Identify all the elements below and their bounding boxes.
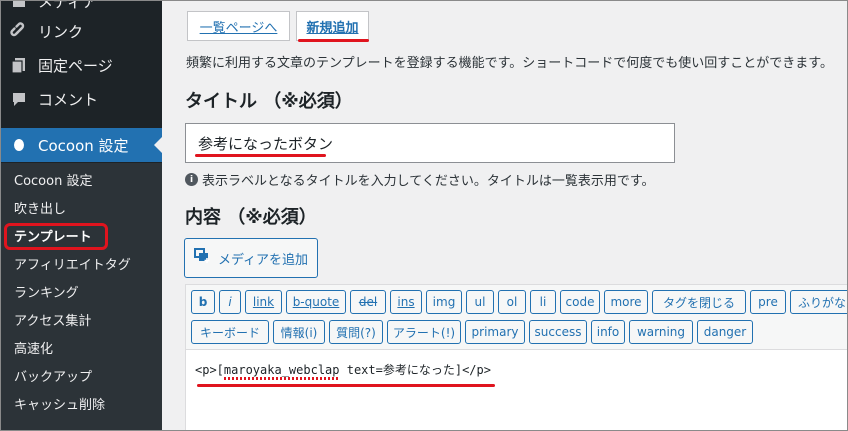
cocoon-icon (10, 136, 28, 154)
title-input-value: 参考になったボタン (198, 134, 334, 153)
qt-more-button[interactable]: more (604, 290, 648, 314)
submenu-balloon[interactable]: 吹き出し (14, 199, 66, 221)
menu-item-comment[interactable]: コメント (0, 82, 162, 116)
title-heading: タイトル （※必須） (185, 91, 353, 112)
title-hint: i 表示ラベルとなるタイトルを入力してください。タイトルは一覧表示用です。 (185, 170, 655, 189)
menu-label: コメント (38, 90, 99, 109)
qt-warning-button[interactable]: warning (629, 320, 693, 344)
comment-icon (10, 90, 28, 108)
qt-bold-button[interactable]: b (191, 290, 215, 314)
menu-label: 固定ページ (38, 56, 113, 75)
cocoon-submenu: Cocoon 設定 吹き出し テンプレート アフィリエイトタグ ランキング アク… (0, 163, 162, 431)
media-add-icon (193, 247, 212, 269)
title-hint-text: 表示ラベルとなるタイトルを入力してください。タイトルは一覧表示用です。 (202, 174, 655, 189)
qt-keyboard-button[interactable]: キーボード (191, 320, 269, 344)
info-icon: i (185, 173, 198, 186)
title-input[interactable]: 参考になったボタン (185, 123, 675, 163)
add-media-label: メディアを追加 (217, 252, 309, 268)
highlight-template (4, 223, 108, 250)
qt-question-button[interactable]: 質問(?) (329, 320, 383, 344)
qt-li-button[interactable]: li (530, 290, 556, 314)
submenu-backup[interactable]: バックアップ (14, 367, 92, 389)
page-description: 頻繁に利用する文章のテンプレートを登録する機能です。ショートコードで何度でも使い… (186, 56, 834, 71)
qt-italic-button[interactable]: i (219, 290, 241, 314)
qt-ins-button[interactable]: ins (390, 290, 422, 314)
menu-item-link[interactable]: リンク (0, 14, 162, 48)
qt-danger-button[interactable]: danger (697, 320, 753, 344)
qt-img-button[interactable]: img (426, 290, 462, 314)
qt-pre-button[interactable]: pre (750, 290, 786, 314)
qt-info-i-button[interactable]: 情報(i) (273, 320, 325, 344)
quicktags-toolbar: b i link b-quote del ins img ul ol li co… (186, 285, 848, 350)
media-icon (10, 0, 28, 10)
highlight-underline-title (195, 154, 326, 157)
submenu-speed-up[interactable]: 高速化 (14, 339, 53, 361)
tab-new[interactable]: 新規追加 (296, 11, 369, 41)
menu-label: リンク (38, 22, 84, 41)
content-editor[interactable]: b i link b-quote del ins img ul ol li co… (185, 284, 848, 431)
qt-ul-button[interactable]: ul (466, 290, 494, 314)
add-media-button[interactable]: メディアを追加 (184, 238, 318, 278)
menu-label: Cocoon 設定 (38, 136, 129, 155)
qt-ol-button[interactable]: ol (498, 290, 526, 314)
qt-alert-button[interactable]: アラート(!) (387, 320, 461, 344)
menu-item-cocoon[interactable]: Cocoon 設定 (0, 128, 162, 162)
content-heading: 内容 （※必須） (185, 207, 317, 228)
qt-success-button[interactable]: success (529, 320, 587, 344)
spellcheck-underline (224, 377, 338, 380)
admin-sidebar: メディア リンク 固定ページ コメント Cocoon 設定 Cocoon 設定 … (0, 0, 162, 431)
qt-bquote-button[interactable]: b-quote (286, 290, 346, 314)
qt-close-tags-button[interactable]: タグを閉じる (652, 290, 746, 314)
highlight-underline-tab (298, 39, 369, 42)
submenu-ranking[interactable]: ランキング (14, 283, 79, 305)
submenu-cache-delete[interactable]: キャッシュ削除 (14, 395, 105, 417)
submenu-access-count[interactable]: アクセス集計 (14, 311, 91, 333)
qt-link-button[interactable]: link (245, 290, 282, 314)
menu-label: メディア (38, 0, 97, 11)
editor-content-text: <p>[maroyaka_webclap text=参考になった]</p> (195, 363, 491, 377)
highlight-underline-content (197, 384, 495, 387)
qt-info-button[interactable]: info (591, 320, 625, 344)
submenu-cocoon-settings[interactable]: Cocoon 設定 (14, 171, 92, 193)
pages-icon (10, 56, 28, 74)
submenu-affiliate-tag[interactable]: アフィリエイトタグ (14, 255, 131, 277)
tab-list-page[interactable]: 一覧ページへ (187, 11, 290, 41)
link-icon (10, 22, 28, 40)
qt-code-button[interactable]: code (560, 290, 600, 314)
qt-del-button[interactable]: del (350, 290, 386, 314)
qt-primary-button[interactable]: primary (465, 320, 525, 344)
qt-furigana-button[interactable]: ふりがな (790, 290, 848, 314)
menu-item-page[interactable]: 固定ページ (0, 48, 162, 82)
